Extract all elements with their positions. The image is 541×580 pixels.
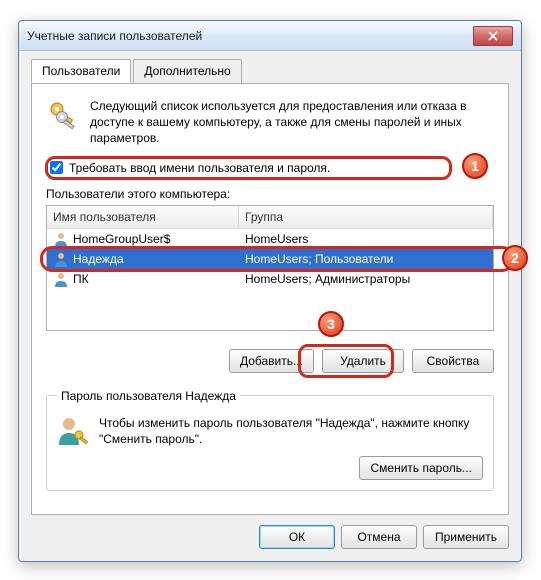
cell-username: ПК <box>73 272 89 286</box>
cell-username: HomeGroupUser$ <box>73 232 170 246</box>
require-credentials-text: Требовать ввод имени пользователя и паро… <box>69 161 330 175</box>
user-list-label: Пользователи этого компьютера: <box>46 187 494 201</box>
apply-button[interactable]: Применить <box>423 525 509 549</box>
keys-icon <box>46 98 80 132</box>
tab-advanced[interactable]: Дополнительно <box>133 59 241 83</box>
user-icon <box>53 271 69 287</box>
cell-group: HomeUsers; Администраторы <box>245 272 410 286</box>
properties-button[interactable]: Свойства <box>412 349 494 373</box>
password-legend: Пароль пользователя Надежда <box>57 389 240 403</box>
tab-users[interactable]: Пользователи <box>31 59 131 83</box>
add-button[interactable]: Добавить... <box>229 349 314 373</box>
user-list-wrapper: Имя пользователя Группа HomeGroupUser$ H… <box>46 205 494 331</box>
cell-username: Надежда <box>73 252 124 266</box>
annotation-marker-2: 2 <box>502 245 528 271</box>
user-key-icon <box>57 415 89 447</box>
user-list-header: Имя пользователя Группа <box>47 206 493 229</box>
titlebar[interactable]: Учетные записи пользователей <box>19 21 521 51</box>
table-row[interactable]: Надежда HomeUsers; Пользователи <box>47 249 493 269</box>
remove-button[interactable]: Удалить <box>322 349 404 373</box>
user-icon <box>53 231 69 247</box>
window-title: Учетные записи пользователей <box>27 29 473 43</box>
tab-strip: Пользователи Дополнительно <box>31 59 509 84</box>
table-row[interactable]: HomeGroupUser$ HomeUsers <box>47 229 493 249</box>
intro-text: Следующий список используется для предос… <box>90 98 494 147</box>
require-credentials-label[interactable]: Требовать ввод имени пользователя и паро… <box>46 159 494 177</box>
require-credentials-checkbox[interactable] <box>50 161 63 174</box>
col-header-group[interactable]: Группа <box>239 206 493 228</box>
user-buttons-row: Добавить... Удалить Свойства 3 <box>46 349 494 373</box>
table-row[interactable]: ПК HomeUsers; Администраторы <box>47 269 493 289</box>
dialog-buttons: ОК Отмена Применить <box>31 525 509 549</box>
user-icon <box>53 251 69 267</box>
tab-pane-users: Следующий список используется для предос… <box>31 83 509 515</box>
intro-block: Следующий список используется для предос… <box>46 98 494 147</box>
ok-button[interactable]: ОК <box>259 525 335 549</box>
close-button[interactable] <box>473 26 513 46</box>
close-icon <box>488 31 498 41</box>
cancel-button[interactable]: Отмена <box>341 525 417 549</box>
col-header-username[interactable]: Имя пользователя <box>47 206 239 228</box>
cell-group: HomeUsers <box>245 232 308 246</box>
cell-group: HomeUsers; Пользователи <box>245 252 393 266</box>
require-credentials-row: Требовать ввод имени пользователя и паро… <box>46 159 494 177</box>
password-groupbox: Пароль пользователя Надежда Чтобы измени… <box>46 389 494 492</box>
change-password-button[interactable]: Сменить пароль... <box>359 456 483 480</box>
password-text: Чтобы изменить пароль пользователя "Наде… <box>99 415 483 449</box>
user-accounts-dialog: Учетные записи пользователей Пользовател… <box>18 20 522 562</box>
dialog-body: Пользователи Дополнительно Следующий спи… <box>19 51 521 561</box>
user-list[interactable]: Имя пользователя Группа HomeGroupUser$ H… <box>46 205 494 331</box>
